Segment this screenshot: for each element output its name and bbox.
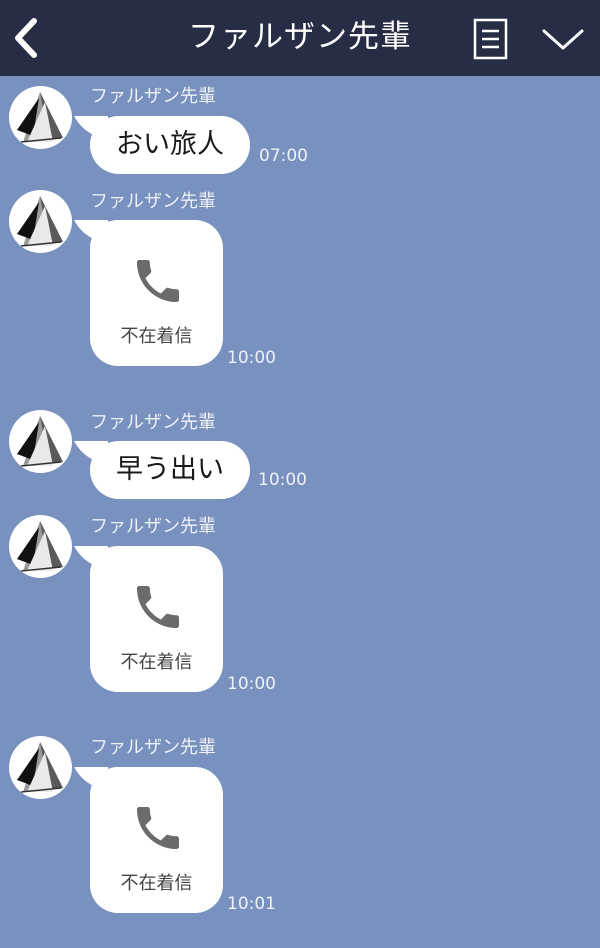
chevron-down-icon xyxy=(542,29,584,50)
chat-header: ファルザン先輩 xyxy=(0,0,600,76)
message-time: 07:00 xyxy=(259,146,308,166)
phone-icon xyxy=(137,807,179,849)
missed-call-label: 不在着信 xyxy=(120,652,193,673)
missed-call-bubble[interactable]: 不在着信 xyxy=(74,220,223,366)
message-time: 10:00 xyxy=(227,348,276,368)
sender-name: ファルザン先輩 xyxy=(90,86,216,107)
message-bubble[interactable]: 早う出い xyxy=(74,441,250,499)
sender-avatar[interactable] xyxy=(9,190,72,253)
message-text: 早う出い xyxy=(116,454,224,485)
avatar-image xyxy=(17,92,63,143)
missed-call-label: 不在着信 xyxy=(120,326,193,347)
message-time: 10:01 xyxy=(227,894,276,914)
bubble-tail xyxy=(74,220,108,244)
missed-call-bubble[interactable]: 不在着信 xyxy=(74,767,223,913)
bubble-tail xyxy=(74,546,108,570)
message-text: おい旅人 xyxy=(116,129,224,160)
avatar-image xyxy=(17,521,63,572)
message-bubble[interactable]: おい旅人 xyxy=(74,116,250,174)
phone-icon xyxy=(137,586,179,628)
sender-avatar[interactable] xyxy=(9,86,72,149)
notes-button[interactable] xyxy=(472,18,510,60)
menu-button[interactable] xyxy=(540,22,586,56)
notes-icon xyxy=(473,18,508,60)
sender-avatar[interactable] xyxy=(9,515,72,578)
chat-title: ファルザン先輩 xyxy=(188,19,412,55)
missed-call-label: 不在着信 xyxy=(120,873,193,894)
bubble-tail xyxy=(74,767,108,791)
sender-avatar[interactable] xyxy=(9,410,72,473)
avatar-image xyxy=(17,196,63,247)
sender-name: ファルザン先輩 xyxy=(90,737,216,758)
missed-call-bubble[interactable]: 不在着信 xyxy=(74,546,223,692)
message-time: 10:00 xyxy=(258,470,307,490)
sender-name: ファルザン先輩 xyxy=(90,191,216,212)
back-button[interactable] xyxy=(10,16,50,60)
sender-avatar[interactable] xyxy=(9,736,72,799)
sender-name: ファルザン先輩 xyxy=(90,412,216,433)
message-time: 10:00 xyxy=(227,674,276,694)
avatar-image xyxy=(17,416,63,467)
chevron-left-icon xyxy=(15,18,37,58)
phone-icon xyxy=(137,260,179,302)
avatar-image xyxy=(17,742,63,793)
sender-name: ファルザン先輩 xyxy=(90,516,216,537)
